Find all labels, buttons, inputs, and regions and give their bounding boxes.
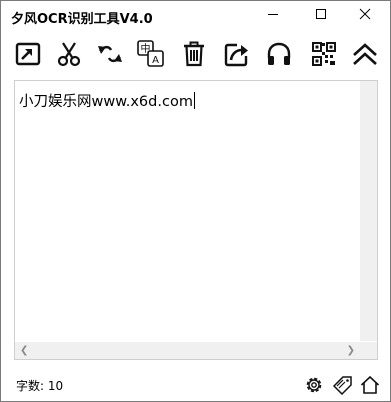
tag-icon — [332, 376, 352, 395]
swap-arrows-icon — [98, 45, 122, 63]
horizontal-scrollbar[interactable]: ❮ ❯ — [15, 342, 360, 359]
scroll-right-icon[interactable]: ❯ — [347, 342, 355, 359]
close-button[interactable] — [343, 1, 387, 27]
ocr-text: 小刀娱乐网www.x6d.com — [19, 94, 193, 110]
convert-button[interactable] — [93, 35, 127, 73]
chevron-up-icon — [353, 43, 377, 65]
scroll-left-icon[interactable]: ❮ — [20, 342, 28, 359]
import-button[interactable] — [11, 35, 45, 73]
translate-button[interactable]: 中 A — [134, 35, 168, 73]
translate-glyph-top: 中 — [141, 42, 151, 55]
qrcode-icon — [312, 42, 336, 66]
scissors-icon — [57, 42, 81, 67]
ocr-text-area[interactable]: 小刀娱乐网www.x6d.com ❮ ❯ — [14, 80, 378, 360]
text-caret — [193, 92, 195, 109]
home-icon — [360, 375, 380, 394]
share-icon — [224, 43, 248, 67]
export-button[interactable] — [220, 35, 254, 73]
tag-button[interactable] — [332, 374, 354, 396]
minimize-icon — [268, 14, 278, 15]
maximize-icon — [316, 9, 326, 19]
collapse-button[interactable] — [348, 35, 382, 73]
settings-button[interactable] — [303, 374, 325, 396]
clear-button[interactable] — [177, 35, 211, 73]
trash-icon — [184, 41, 204, 67]
close-icon — [359, 8, 371, 20]
count-separator: : — [40, 379, 48, 393]
window-title: 夕风OCR识别工具V4.0 — [11, 12, 153, 27]
read-aloud-button[interactable] — [262, 35, 296, 73]
maximize-button[interactable] — [299, 1, 343, 27]
qr-code-button[interactable] — [307, 35, 341, 73]
count-value: 10 — [47, 379, 64, 393]
scrollbar-corner — [360, 342, 377, 359]
gear-icon — [306, 377, 322, 393]
status-bar: 字数: 10 — [1, 367, 390, 401]
title-bar: 夕风OCR识别工具V4.0 — [1, 1, 390, 31]
count-label: 字数 — [16, 379, 41, 393]
translate-icon: 中 A — [137, 40, 164, 67]
toolbar: 中 A — [1, 35, 390, 75]
home-button[interactable] — [359, 374, 381, 396]
screenshot-button[interactable] — [52, 35, 86, 73]
minimize-button[interactable] — [251, 1, 295, 27]
translate-glyph-bottom: A — [152, 55, 159, 66]
app-window: 夕风OCR识别工具V4.0 中 A 小刀娱乐网www.x6d.com ❮ ❯ 字… — [0, 0, 391, 402]
vertical-scrollbar[interactable] — [360, 81, 377, 341]
character-count: 字数: 10 — [16, 377, 63, 394]
import-icon — [15, 42, 41, 66]
headphones-icon — [267, 42, 291, 65]
ocr-text-content[interactable]: 小刀娱乐网www.x6d.com — [19, 90, 195, 111]
